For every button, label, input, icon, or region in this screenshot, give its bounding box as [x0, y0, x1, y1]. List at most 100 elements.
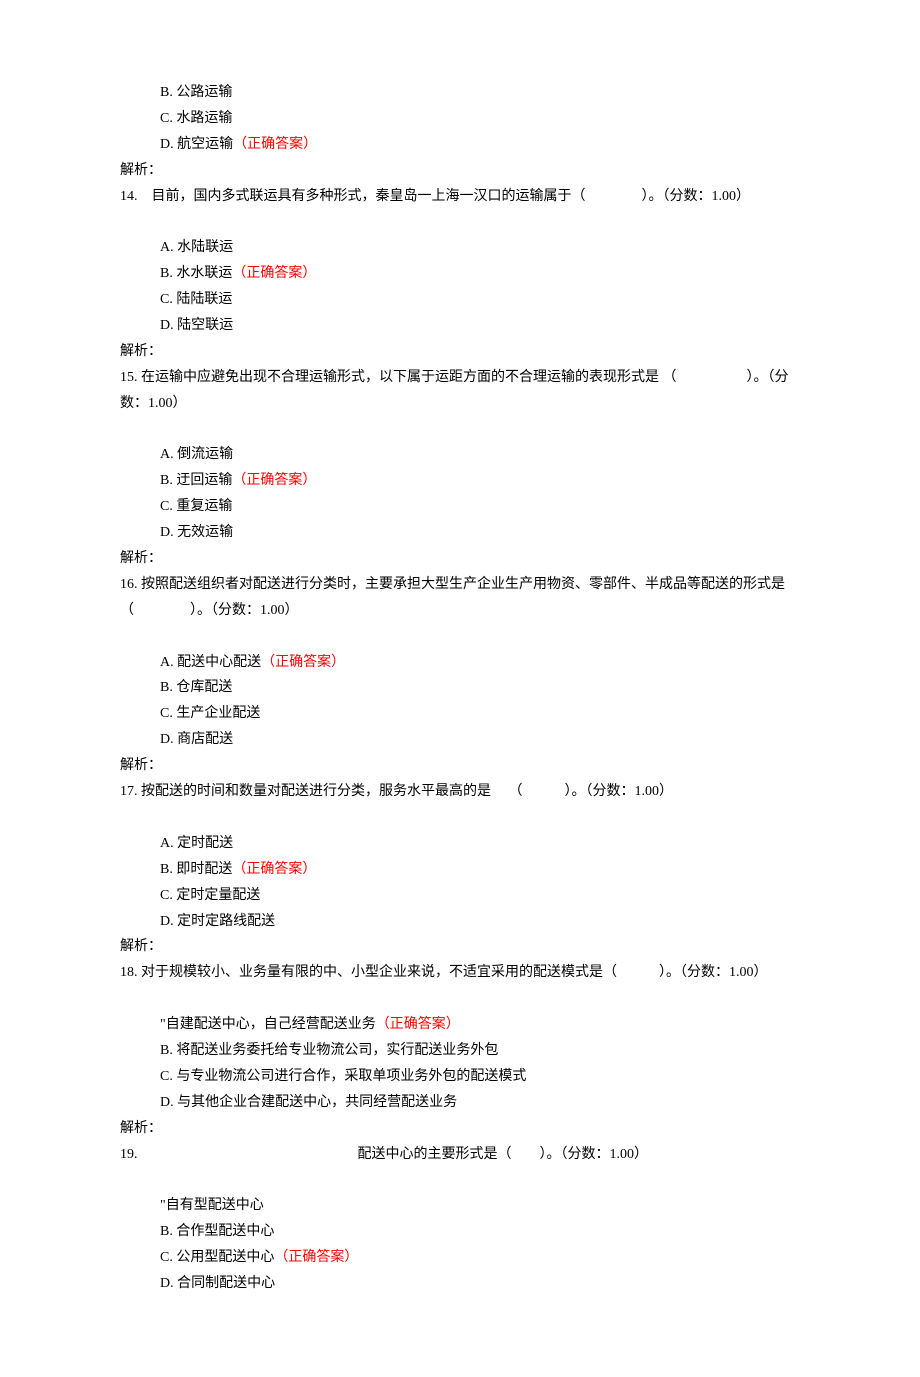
- option-text: 定时定量配送: [176, 888, 260, 903]
- q17-option-a: A. 定时配送: [160, 831, 800, 857]
- option-label: A.: [160, 447, 174, 462]
- q19-option-d: D. 合同制配送中心: [160, 1271, 800, 1297]
- q19-stem-prefix: 19.: [120, 1147, 138, 1162]
- option-label: "自建配送中心，自己经营配送业务: [160, 1017, 376, 1032]
- q15-stem: 15. 在运输中应避免出现不合理运输形式，以下属于运距方面的不合理运输的表现形式…: [120, 365, 800, 417]
- q16-option-b: B. 仓库配送: [160, 675, 800, 701]
- option-label: B.: [160, 85, 173, 100]
- q16-option-a: A. 配送中心配送（正确答案）: [160, 650, 800, 676]
- option-label: C.: [160, 1069, 173, 1084]
- q15-options: A. 倒流运输 B. 迂回运输（正确答案） C. 重复运输 D. 无效运输: [120, 442, 800, 546]
- q19-option-b: B. 合作型配送中心: [160, 1219, 800, 1245]
- correct-answer-marker: （正确答案）: [233, 137, 317, 152]
- option-text: 生产企业配送: [176, 706, 260, 721]
- option-text: 即时配送: [176, 862, 232, 877]
- option-text: 将配送业务委托给专业物流公司，实行配送业务外包: [176, 1043, 498, 1058]
- option-label: "自有型配送中心: [160, 1198, 264, 1213]
- q18-option-b: B. 将配送业务委托给专业物流公司，实行配送业务外包: [160, 1038, 800, 1064]
- q13-option-c: C. 水路运输: [160, 106, 800, 132]
- q15-option-b: B. 迂回运输（正确答案）: [160, 468, 800, 494]
- q18-option-a: "自建配送中心，自己经营配送业务（正确答案）: [160, 1012, 800, 1038]
- q18-analysis: 解析：: [120, 1116, 800, 1142]
- option-label: B.: [160, 473, 173, 488]
- option-label: C.: [160, 1250, 173, 1265]
- option-label: B.: [160, 862, 173, 877]
- q16-options: A. 配送中心配送（正确答案） B. 仓库配送 C. 生产企业配送 D. 商店配…: [120, 650, 800, 754]
- option-text: 陆空联运: [177, 318, 233, 333]
- option-text: 定时配送: [177, 836, 233, 851]
- option-text: 与专业物流公司进行合作，采取单项业务外包的配送模式: [176, 1069, 526, 1084]
- q17-options: A. 定时配送 B. 即时配送（正确答案） C. 定时定量配送 D. 定时定路线…: [120, 831, 800, 935]
- option-label: D.: [160, 137, 174, 152]
- q18-option-d: D. 与其他企业合建配送中心，共同经营配送业务: [160, 1090, 800, 1116]
- correct-answer-marker: （正确答案）: [274, 1250, 358, 1265]
- option-label: D.: [160, 525, 174, 540]
- option-label: D.: [160, 318, 174, 333]
- option-text: 重复运输: [176, 499, 232, 514]
- option-label: C.: [160, 292, 173, 307]
- exam-page: B. 公路运输 C. 水路运输 D. 航空运输（正确答案） 解析： 14. 目前…: [0, 0, 920, 1377]
- q14-analysis: 解析：: [120, 339, 800, 365]
- q15-option-c: C. 重复运输: [160, 494, 800, 520]
- option-text: 水陆联运: [177, 240, 233, 255]
- option-label: C.: [160, 499, 173, 514]
- q14-stem: 14. 目前，国内多式联运具有多种形式，秦皇岛一上海一汉口的运输属于（ ）。（分…: [120, 184, 800, 210]
- correct-answer-marker: （正确答案）: [376, 1017, 460, 1032]
- option-text: 商店配送: [177, 732, 233, 747]
- q17-option-b: B. 即时配送（正确答案）: [160, 857, 800, 883]
- q16-analysis: 解析：: [120, 753, 800, 779]
- option-text: 水水联运: [176, 266, 232, 281]
- q17-option-d: D. 定时定路线配送: [160, 909, 800, 935]
- q17-option-c: C. 定时定量配送: [160, 883, 800, 909]
- option-text: 公路运输: [176, 85, 232, 100]
- q19-option-a: "自有型配送中心: [160, 1193, 800, 1219]
- correct-answer-marker: （正确答案）: [232, 862, 316, 877]
- option-label: B.: [160, 266, 173, 281]
- option-text: 配送中心配送: [177, 655, 261, 670]
- option-text: 合同制配送中心: [177, 1276, 275, 1291]
- q19-option-c: C. 公用型配送中心（正确答案）: [160, 1245, 800, 1271]
- q13-option-b: B. 公路运输: [160, 80, 800, 106]
- option-label: A.: [160, 240, 174, 255]
- correct-answer-marker: （正确答案）: [261, 655, 345, 670]
- q16-option-d: D. 商店配送: [160, 727, 800, 753]
- q14-option-b: B. 水水联运（正确答案）: [160, 261, 800, 287]
- q14-options: A. 水陆联运 B. 水水联运（正确答案） C. 陆陆联运 D. 陆空联运: [120, 235, 800, 339]
- q15-analysis: 解析：: [120, 546, 800, 572]
- q14-option-d: D. 陆空联运: [160, 313, 800, 339]
- q18-options: "自建配送中心，自己经营配送业务（正确答案） B. 将配送业务委托给专业物流公司…: [120, 1012, 800, 1116]
- option-label: B.: [160, 1043, 173, 1058]
- q16-stem: 16. 按照配送组织者对配送进行分类时，主要承担大型生产企业生产用物资、零部件、…: [120, 572, 800, 624]
- option-label: D.: [160, 1095, 174, 1110]
- q13-analysis: 解析：: [120, 158, 800, 184]
- option-text: 水路运输: [176, 111, 232, 126]
- option-text: 公用型配送中心: [176, 1250, 274, 1265]
- option-text: 定时定路线配送: [177, 914, 275, 929]
- option-label: D.: [160, 914, 174, 929]
- option-text: 与其他企业合建配送中心，共同经营配送业务: [177, 1095, 457, 1110]
- q14-option-c: C. 陆陆联运: [160, 287, 800, 313]
- option-label: C.: [160, 706, 173, 721]
- option-label: C.: [160, 888, 173, 903]
- q15-option-d: D. 无效运输: [160, 520, 800, 546]
- q17-stem: 17. 按配送的时间和数量对配送进行分类，服务水平最高的是 （ ）。（分数：1.…: [120, 779, 800, 805]
- option-label: A.: [160, 836, 174, 851]
- q13-options: B. 公路运输 C. 水路运输 D. 航空运输（正确答案）: [120, 80, 800, 158]
- correct-answer-marker: （正确答案）: [232, 266, 316, 281]
- option-text: 仓库配送: [176, 680, 232, 695]
- q13-option-d: D. 航空运输（正确答案）: [160, 132, 800, 158]
- q19-stem-suffix: 配送中心的主要形式是（ ）。（分数：1.00）: [358, 1147, 649, 1162]
- q15-option-a: A. 倒流运输: [160, 442, 800, 468]
- option-label: D.: [160, 1276, 174, 1291]
- q18-option-c: C. 与专业物流公司进行合作，采取单项业务外包的配送模式: [160, 1064, 800, 1090]
- q19-options: "自有型配送中心 B. 合作型配送中心 C. 公用型配送中心（正确答案） D. …: [120, 1193, 800, 1297]
- option-text: 倒流运输: [177, 447, 233, 462]
- correct-answer-marker: （正确答案）: [232, 473, 316, 488]
- option-text: 无效运输: [177, 525, 233, 540]
- option-label: B.: [160, 680, 173, 695]
- option-label: D.: [160, 732, 174, 747]
- q18-stem: 18. 对于规模较小、业务量有限的中、小型企业来说，不适宜采用的配送模式是（ ）…: [120, 960, 800, 986]
- option-text: 迂回运输: [176, 473, 232, 488]
- q16-option-c: C. 生产企业配送: [160, 701, 800, 727]
- q14-option-a: A. 水陆联运: [160, 235, 800, 261]
